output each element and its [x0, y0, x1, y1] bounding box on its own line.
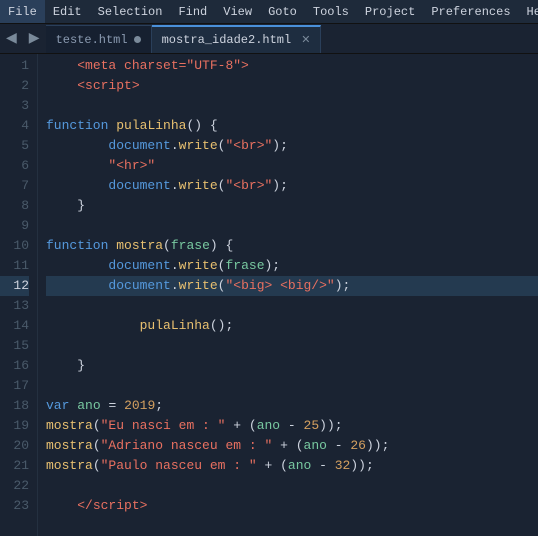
tab-label: mostra_idade2.html	[162, 33, 292, 47]
line-num-4: 4	[0, 116, 29, 136]
code-line-20: mostra("Adriano nasceu em : " + (ano - 2…	[46, 436, 538, 456]
line-num-14: 14	[0, 316, 29, 336]
line-num-5: 5	[0, 136, 29, 156]
line-num-17: 17	[0, 376, 29, 396]
code-line-7: document.write("<br>");	[46, 176, 538, 196]
line-num-11: 11	[0, 256, 29, 276]
line-num-1: 1	[0, 56, 29, 76]
line-num-21: 21	[0, 456, 29, 476]
tab-dot	[134, 36, 141, 43]
code-line-11: document.write(frase);	[46, 256, 538, 276]
menu-goto[interactable]: Goto	[260, 0, 305, 23]
code-line-13	[46, 296, 538, 316]
line-num-22: 22	[0, 476, 29, 496]
menu-tools[interactable]: Tools	[305, 0, 357, 23]
line-num-3: 3	[0, 96, 29, 116]
line-num-2: 2	[0, 76, 29, 96]
code-line-1: <meta charset="UTF-8">	[46, 56, 538, 76]
code-line-12: document.write("<big> <big/>");	[46, 276, 538, 296]
code-line-6: "<hr>"	[46, 156, 538, 176]
code-line-23: </script>	[46, 496, 538, 516]
line-num-18: 18	[0, 396, 29, 416]
menu-help[interactable]: Help	[519, 0, 538, 23]
tab-teste-html[interactable]: teste.html	[46, 25, 152, 53]
tab-nav-right[interactable]: ▶	[23, 23, 46, 53]
code-line-3	[46, 96, 538, 116]
code-line-4: function pulaLinha() {	[46, 116, 538, 136]
line-num-9: 9	[0, 216, 29, 236]
code-line-2: <script>	[46, 76, 538, 96]
code-line-22	[46, 476, 538, 496]
menu-selection[interactable]: Selection	[90, 0, 171, 23]
code-line-9	[46, 216, 538, 236]
line-num-12: 12	[0, 276, 29, 296]
code-line-5: document.write("<br>");	[46, 136, 538, 156]
line-num-6: 6	[0, 156, 29, 176]
line-num-16: 16	[0, 356, 29, 376]
menu-view[interactable]: View	[215, 0, 260, 23]
menu-preferences[interactable]: Preferences	[423, 0, 518, 23]
line-num-13: 13	[0, 296, 29, 316]
code-line-17	[46, 376, 538, 396]
code-line-19: mostra("Eu nasci em : " + (ano - 25));	[46, 416, 538, 436]
line-numbers: 1 2 3 4 5 6 7 8 9 10 11 12 13 14 15 16 1…	[0, 54, 38, 536]
code-line-16: }	[46, 356, 538, 376]
line-num-23: 23	[0, 496, 29, 516]
tab-mostra-idade2-html[interactable]: mostra_idade2.html ✕	[152, 25, 322, 53]
line-num-19: 19	[0, 416, 29, 436]
tab-label: teste.html	[56, 33, 128, 47]
code-line-18: var ano = 2019;	[46, 396, 538, 416]
menu-project[interactable]: Project	[357, 0, 423, 23]
menu-bar: File Edit Selection Find View Goto Tools…	[0, 0, 538, 24]
code-area[interactable]: <meta charset="UTF-8"> <script> function…	[38, 54, 538, 536]
code-line-21: mostra("Paulo nasceu em : " + (ano - 32)…	[46, 456, 538, 476]
menu-edit[interactable]: Edit	[45, 0, 90, 23]
line-num-10: 10	[0, 236, 29, 256]
code-line-14: pulaLinha();	[46, 316, 538, 336]
code-line-10: function mostra(frase) {	[46, 236, 538, 256]
tab-nav-left[interactable]: ◀	[0, 23, 23, 53]
editor: 1 2 3 4 5 6 7 8 9 10 11 12 13 14 15 16 1…	[0, 54, 538, 536]
line-num-15: 15	[0, 336, 29, 356]
line-num-8: 8	[0, 196, 29, 216]
code-line-8: }	[46, 196, 538, 216]
line-num-7: 7	[0, 176, 29, 196]
menu-file[interactable]: File	[0, 0, 45, 23]
close-icon[interactable]: ✕	[301, 33, 310, 47]
code-line-15	[46, 336, 538, 356]
menu-find[interactable]: Find	[170, 0, 215, 23]
tab-bar: ◀ ▶ teste.html mostra_idade2.html ✕	[0, 24, 538, 54]
line-num-20: 20	[0, 436, 29, 456]
